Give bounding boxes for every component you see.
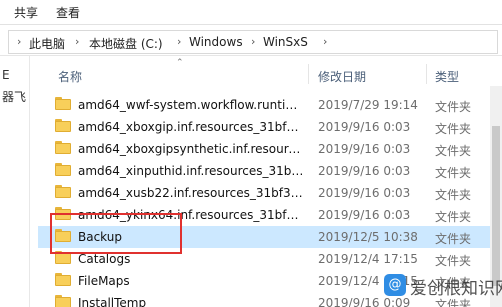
folder-icon: [55, 273, 71, 286]
folder-icon: [55, 295, 71, 307]
file-name[interactable]: amd64_ykinx64.inf.resources_31bf385...: [78, 208, 304, 222]
file-type: 文件夹: [435, 166, 472, 180]
file-row[interactable]: amd64_xboxgipsynthetic.inf.resource... 20…: [38, 138, 502, 160]
file-name[interactable]: Backup: [78, 230, 304, 244]
folder-icon: [55, 229, 71, 242]
column-divider[interactable]: [308, 64, 309, 84]
folder-icon: [55, 163, 71, 176]
breadcrumb-separator-icon[interactable]: ›: [323, 35, 327, 48]
file-date-modified: 2019/9/16 0:03: [318, 164, 411, 178]
file-date-modified: 2019/9/16 0:03: [318, 208, 411, 222]
file-name[interactable]: amd64_xboxgipsynthetic.inf.resource...: [78, 142, 304, 156]
file-type: 文件夹: [435, 188, 472, 202]
file-date-modified: 2019/7/29 19:14: [318, 98, 418, 112]
address-box[interactable]: › 此电脑 › 本地磁盘 (C:) › Windows › WinSxS ›: [8, 30, 498, 54]
file-row[interactable]: amd64_xboxgip.inf.resources_31bf38... 201…: [38, 116, 502, 138]
file-row[interactable]: Catalogs 2019/12/4 17:15 文件夹: [38, 248, 502, 270]
file-row[interactable]: amd64_xinputhid.inf.resources_31bf3... 20…: [38, 160, 502, 182]
file-name[interactable]: amd64_xusb22.inf.resources_31bf385...: [78, 186, 304, 200]
ribbon-tab-view[interactable]: 查看: [56, 4, 80, 21]
breadcrumb-windows[interactable]: Windows: [189, 35, 243, 49]
watermark-text: 爱创根知识网: [410, 279, 502, 299]
file-type: 文件夹: [435, 122, 472, 136]
file-name[interactable]: amd64_xinputhid.inf.resources_31bf3...: [78, 164, 304, 178]
breadcrumb-separator-icon[interactable]: ›: [75, 35, 79, 48]
column-name[interactable]: 名称: [58, 68, 82, 85]
file-row[interactable]: Backup 2019/12/5 10:38 文件夹: [38, 226, 502, 248]
sort-ascending-icon: ⌃: [176, 58, 184, 68]
column-header: 名称 修改日期 类型: [38, 62, 502, 86]
file-row[interactable]: amd64_wwf-system.workflow.runtime... 2019…: [38, 94, 502, 116]
breadcrumb-winsxs[interactable]: WinSxS: [263, 35, 308, 49]
column-divider[interactable]: [426, 64, 427, 84]
file-type: 文件夹: [435, 144, 472, 158]
watermark: @ 爱创根知识网: [384, 270, 502, 304]
folder-icon: [55, 141, 71, 154]
breadcrumb-separator-icon[interactable]: ›: [251, 35, 255, 48]
file-type: 文件夹: [435, 254, 472, 268]
file-name[interactable]: InstallTemp: [78, 296, 304, 307]
column-type[interactable]: 类型: [435, 68, 459, 85]
file-name[interactable]: amd64_wwf-system.workflow.runtime...: [78, 98, 304, 112]
ribbon-divider: [0, 24, 502, 25]
file-date-modified: 2019/9/16 0:03: [318, 142, 411, 156]
file-row[interactable]: amd64_ykinx64.inf.resources_31bf385... 20…: [38, 204, 502, 226]
folder-icon: [55, 119, 71, 132]
nav-item[interactable]: E: [2, 68, 10, 82]
navigation-pane: E 器飞: [0, 56, 30, 307]
file-row[interactable]: amd64_xusb22.inf.resources_31bf385... 201…: [38, 182, 502, 204]
file-date-modified: 2019/9/16 0:03: [318, 120, 411, 134]
file-type: 文件夹: [435, 232, 472, 246]
file-type: 文件夹: [435, 210, 472, 224]
file-name[interactable]: FileMaps: [78, 274, 304, 288]
folder-icon: [55, 207, 71, 220]
breadcrumb-local-disk[interactable]: 本地磁盘 (C:): [89, 35, 163, 52]
nav-item[interactable]: 器飞: [2, 88, 26, 105]
watermark-logo-icon: @: [384, 274, 406, 296]
file-date-modified: 2019/9/16 0:03: [318, 186, 411, 200]
file-name[interactable]: Catalogs: [78, 252, 304, 266]
file-type: 文件夹: [435, 100, 472, 114]
folder-icon: [55, 97, 71, 110]
column-date-modified[interactable]: 修改日期: [318, 68, 366, 85]
ribbon-tab-share[interactable]: 共享: [14, 4, 38, 21]
folder-icon: [55, 251, 71, 264]
folder-icon: [55, 185, 71, 198]
ribbon: 共享 查看: [0, 0, 502, 24]
breadcrumb-this-pc[interactable]: 此电脑: [29, 35, 65, 52]
address-bar: › 此电脑 › 本地磁盘 (C:) › Windows › WinSxS ›: [0, 30, 502, 56]
file-date-modified: 2019/12/5 10:38: [318, 230, 418, 244]
scrollbar-thumb[interactable]: [492, 126, 500, 286]
file-date-modified: 2019/12/4 17:15: [318, 252, 418, 266]
address-chevron-icon[interactable]: ›: [17, 35, 21, 48]
file-name[interactable]: amd64_xboxgip.inf.resources_31bf38...: [78, 120, 304, 134]
breadcrumb-separator-icon[interactable]: ›: [177, 35, 181, 48]
